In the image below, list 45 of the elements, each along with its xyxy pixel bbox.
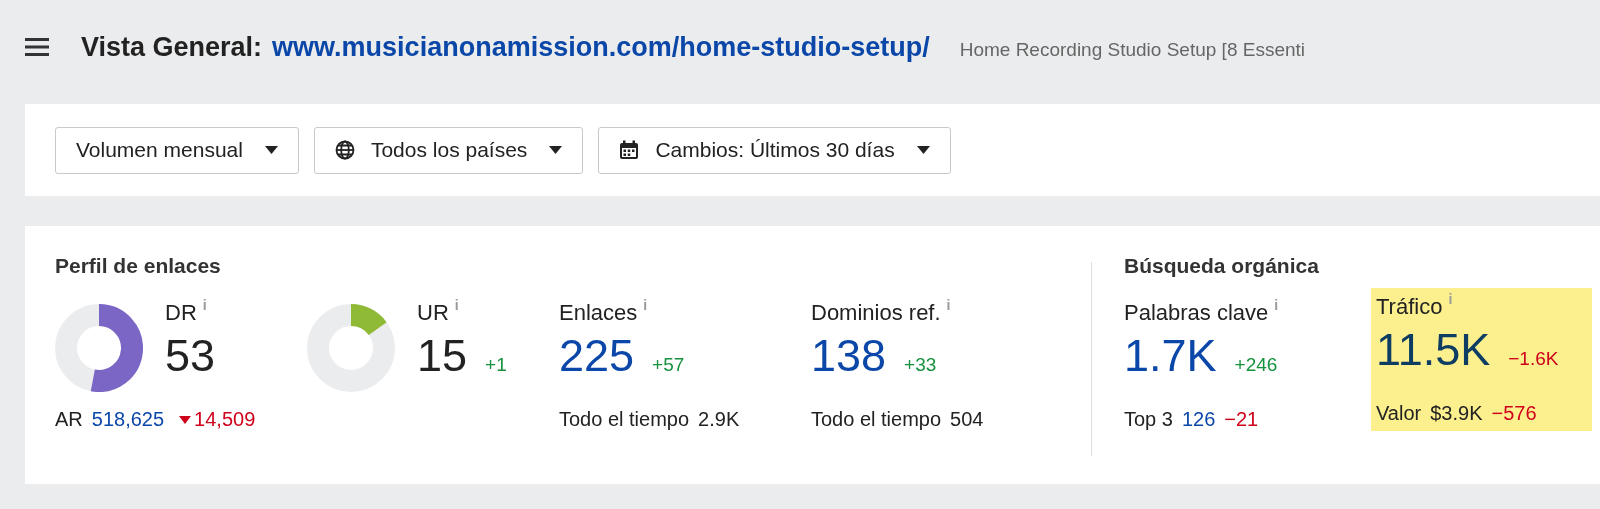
calendar-icon	[619, 140, 640, 160]
metric-label: Enlaces	[559, 300, 638, 326]
change-value: +246	[1234, 354, 1278, 376]
change-value: +33	[904, 354, 937, 376]
metric-value: 1.7K	[1124, 330, 1217, 382]
section-title: Perfil de enlaces	[55, 254, 222, 279]
metric-value: 53	[165, 330, 216, 382]
change-value: −1.6K	[1508, 348, 1559, 370]
metric-value: 15	[417, 330, 468, 382]
sub-text: 14,509	[194, 408, 256, 431]
down-triangle-icon	[179, 415, 192, 424]
section-title: Búsqueda orgánica	[1124, 254, 1320, 279]
change-value: +1	[485, 354, 507, 376]
page-heading: Vista General:	[81, 32, 263, 63]
menu-icon[interactable]	[25, 37, 49, 57]
filter-dropdown[interactable]: Volumen mensual	[55, 126, 299, 174]
caret-icon	[549, 146, 563, 154]
metric-label: Dominios ref.	[811, 300, 941, 326]
metric-label: DR	[165, 300, 197, 326]
sub-text: Todo el tiempo	[559, 408, 690, 431]
sub-text: −576	[1491, 402, 1537, 425]
metric-value: 138	[811, 330, 887, 382]
metric-label: Tráfico	[1376, 294, 1443, 320]
sub-text: $3.9K	[1430, 402, 1483, 425]
sub-text: Todo el tiempo	[811, 408, 942, 431]
sub-text: Valor	[1376, 402, 1422, 425]
link[interactable]: 126	[1181, 408, 1216, 431]
metric-value: 11.5K	[1376, 324, 1491, 376]
link[interactable]: 518,625	[91, 408, 165, 431]
page-title: Home Recording Studio Setup [8 Essenti	[959, 39, 1306, 61]
filter-dropdown[interactable]: Cambios: Últimos 30 días	[598, 126, 951, 174]
sub-text: Top 3	[1124, 408, 1173, 431]
metric-label: UR	[417, 300, 449, 326]
caret-icon	[916, 146, 930, 154]
caret-icon	[264, 146, 278, 154]
sub-text: 2.9K	[698, 408, 740, 431]
metric-label: Palabras clave	[1124, 300, 1269, 326]
sub-text: AR	[55, 408, 83, 431]
url-link[interactable]: www.musicianonamission.com/home-studio-setup/	[272, 32, 930, 63]
sub-text: 504	[950, 408, 984, 431]
metric-value: 225	[559, 330, 635, 382]
sub-text: −21	[1224, 408, 1259, 431]
filter-dropdown[interactable]: Todos los países	[313, 126, 584, 174]
globe-icon	[334, 140, 355, 160]
change-value: +57	[652, 354, 685, 376]
